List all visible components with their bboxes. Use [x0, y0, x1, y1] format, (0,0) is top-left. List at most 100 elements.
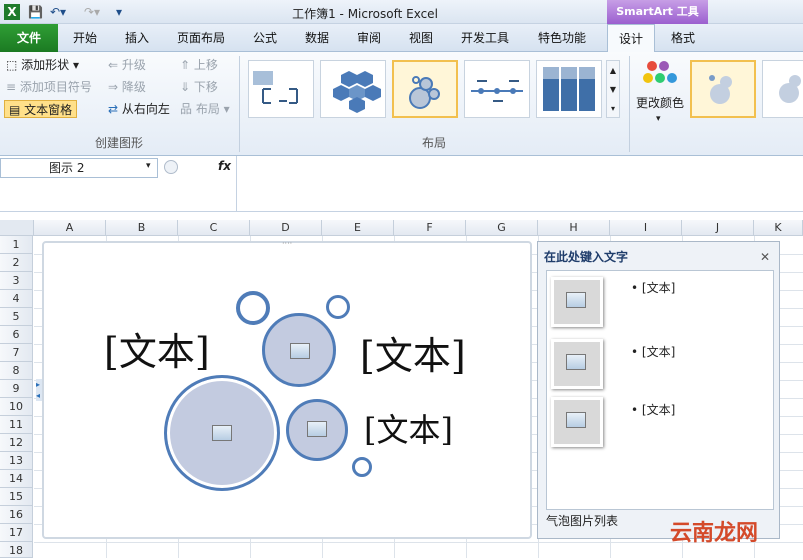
placeholder-text-2[interactable]: [文本] — [360, 325, 466, 380]
column-header[interactable]: G — [466, 220, 538, 236]
column-header[interactable]: C — [178, 220, 250, 236]
tab-developer[interactable]: 开发工具 — [452, 24, 518, 52]
list-item[interactable]: • [文本] — [631, 343, 675, 360]
picture-placeholder-icon[interactable] — [290, 343, 310, 359]
row-header[interactable]: 12 — [0, 434, 33, 452]
add-shape-icon: ⬚ — [6, 58, 22, 72]
row-header[interactable]: 11 — [0, 416, 33, 434]
row-header[interactable]: 16 — [0, 506, 33, 524]
layout-thumb-5[interactable] — [536, 60, 602, 118]
column-header[interactable]: E — [322, 220, 394, 236]
tab-file[interactable]: 文件 — [0, 24, 58, 52]
style-thumb-2[interactable] — [762, 60, 803, 118]
demote-button[interactable]: ⇒ 降级 — [108, 78, 146, 96]
style-thumb-1[interactable] — [690, 60, 756, 118]
formula-expand-icon[interactable] — [164, 160, 178, 174]
list-item[interactable]: • [文本] — [631, 401, 675, 418]
row-header[interactable]: 8 — [0, 362, 33, 380]
move-down-button[interactable]: ⇓ 下移 — [180, 78, 218, 96]
layout-gallery-scroll[interactable]: ▲ ▼ ▾ — [606, 60, 620, 118]
ribbon-tabs: 文件 开始 插入 页面布局 公式 数据 审阅 视图 开发工具 特色功能 设计 格… — [0, 24, 803, 53]
row-header[interactable]: 15 — [0, 488, 33, 506]
chevron-down-icon: ▾ — [656, 114, 661, 124]
tab-home[interactable]: 开始 — [62, 24, 108, 52]
name-box[interactable]: 图示 2 — [0, 158, 158, 178]
row-header[interactable]: 10 — [0, 398, 33, 416]
picture-placeholder-icon[interactable] — [212, 425, 232, 441]
text-pane-footer[interactable]: 气泡图片列表 — [546, 512, 618, 529]
column-header[interactable]: J — [682, 220, 754, 236]
row-header[interactable]: 14 — [0, 470, 33, 488]
column-header[interactable]: A — [34, 220, 106, 236]
placeholder-text-3[interactable]: [文本] — [364, 405, 453, 451]
row-header[interactable]: 6 — [0, 326, 33, 344]
picture-placeholder-icon[interactable] — [307, 421, 327, 437]
layout-thumb-1[interactable] — [248, 60, 314, 118]
row-header[interactable]: 1 — [0, 236, 33, 254]
row-header[interactable]: 18 — [0, 542, 33, 558]
row-header[interactable]: 17 — [0, 524, 33, 542]
layout-preview-icon — [543, 67, 595, 111]
right-to-left-button[interactable]: ⇄ 从右向左 — [108, 100, 170, 118]
close-icon[interactable]: ✕ — [760, 250, 770, 264]
row-header[interactable]: 3 — [0, 272, 33, 290]
add-bullet-icon: ≡ — [6, 80, 20, 94]
tab-review[interactable]: 审阅 — [348, 24, 390, 52]
resize-handle[interactable]: ···· — [282, 239, 292, 248]
watermark: 云南龙网 — [670, 521, 759, 546]
bubble-decor — [236, 291, 270, 325]
smartart-tools-label: SmartArt 工具 — [607, 0, 708, 24]
move-up-button[interactable]: ⇑ 上移 — [180, 56, 218, 74]
select-all-corner[interactable] — [0, 220, 34, 236]
layout-thumb-bubble-picture-list[interactable] — [392, 60, 458, 118]
row-header[interactable]: 13 — [0, 452, 33, 470]
column-header[interactable]: B — [106, 220, 178, 236]
promote-icon: ⇐ — [108, 58, 122, 72]
row-header[interactable]: 2 — [0, 254, 33, 272]
list-item[interactable]: • [文本] — [631, 279, 675, 296]
column-header[interactable]: F — [394, 220, 466, 236]
formula-input[interactable] — [238, 158, 803, 178]
tab-formulas[interactable]: 公式 — [244, 24, 286, 52]
picture-icon[interactable] — [551, 277, 603, 327]
layout-button[interactable]: 品 布局 ▾ — [180, 100, 230, 118]
tab-format[interactable]: 格式 — [659, 24, 707, 52]
placeholder-text-1[interactable]: [文本] — [104, 321, 210, 376]
add-shape-button[interactable]: ⬚ 添加形状 ▾ — [6, 56, 79, 74]
row-header[interactable]: 4 — [0, 290, 33, 308]
add-bullet-button[interactable]: ≡ 添加项目符号 — [6, 78, 92, 96]
demote-icon: ⇒ — [108, 80, 122, 94]
row-header[interactable]: 7 — [0, 344, 33, 362]
tab-page-layout[interactable]: 页面布局 — [170, 24, 232, 52]
row-header[interactable]: 9 — [0, 380, 33, 398]
layout-icon: 品 — [180, 102, 196, 116]
tab-data[interactable]: 数据 — [296, 24, 338, 52]
tab-features[interactable]: 特色功能 — [528, 24, 596, 52]
promote-button[interactable]: ⇐ 升级 — [108, 56, 146, 74]
group-separator — [629, 56, 630, 152]
change-colors-icon[interactable] — [640, 58, 680, 94]
insert-function-icon[interactable]: fx — [218, 159, 231, 173]
layout-thumb-4[interactable] — [464, 60, 530, 118]
smartart-frame[interactable]: ···· ▸ ◂ [文本] [文本] [文本] — [36, 239, 532, 539]
row-header[interactable]: 5 — [0, 308, 33, 326]
bubble-decor — [352, 457, 372, 477]
group-label-layouts: 布局 — [421, 136, 446, 150]
layout-thumb-2[interactable] — [320, 60, 386, 118]
right-to-left-icon: ⇄ — [108, 102, 122, 116]
layout-preview-icon — [471, 80, 523, 102]
picture-icon[interactable] — [551, 397, 603, 447]
text-pane-icon: ▤ — [9, 103, 25, 117]
column-header[interactable]: I — [610, 220, 682, 236]
column-header[interactable]: K — [754, 220, 803, 236]
text-pane-toggle[interactable]: ▸ ◂ — [36, 379, 42, 401]
text-pane-button[interactable]: ▤ 文本窗格 — [4, 100, 78, 118]
tab-design[interactable]: 设计 — [607, 24, 655, 53]
column-header[interactable]: D — [250, 220, 322, 236]
bubble-decor — [326, 295, 350, 319]
tab-insert[interactable]: 插入 — [114, 24, 160, 52]
picture-icon[interactable] — [551, 339, 603, 389]
chevron-down-icon[interactable]: ▾ — [146, 161, 151, 171]
column-header[interactable]: H — [538, 220, 610, 236]
tab-view[interactable]: 视图 — [400, 24, 442, 52]
